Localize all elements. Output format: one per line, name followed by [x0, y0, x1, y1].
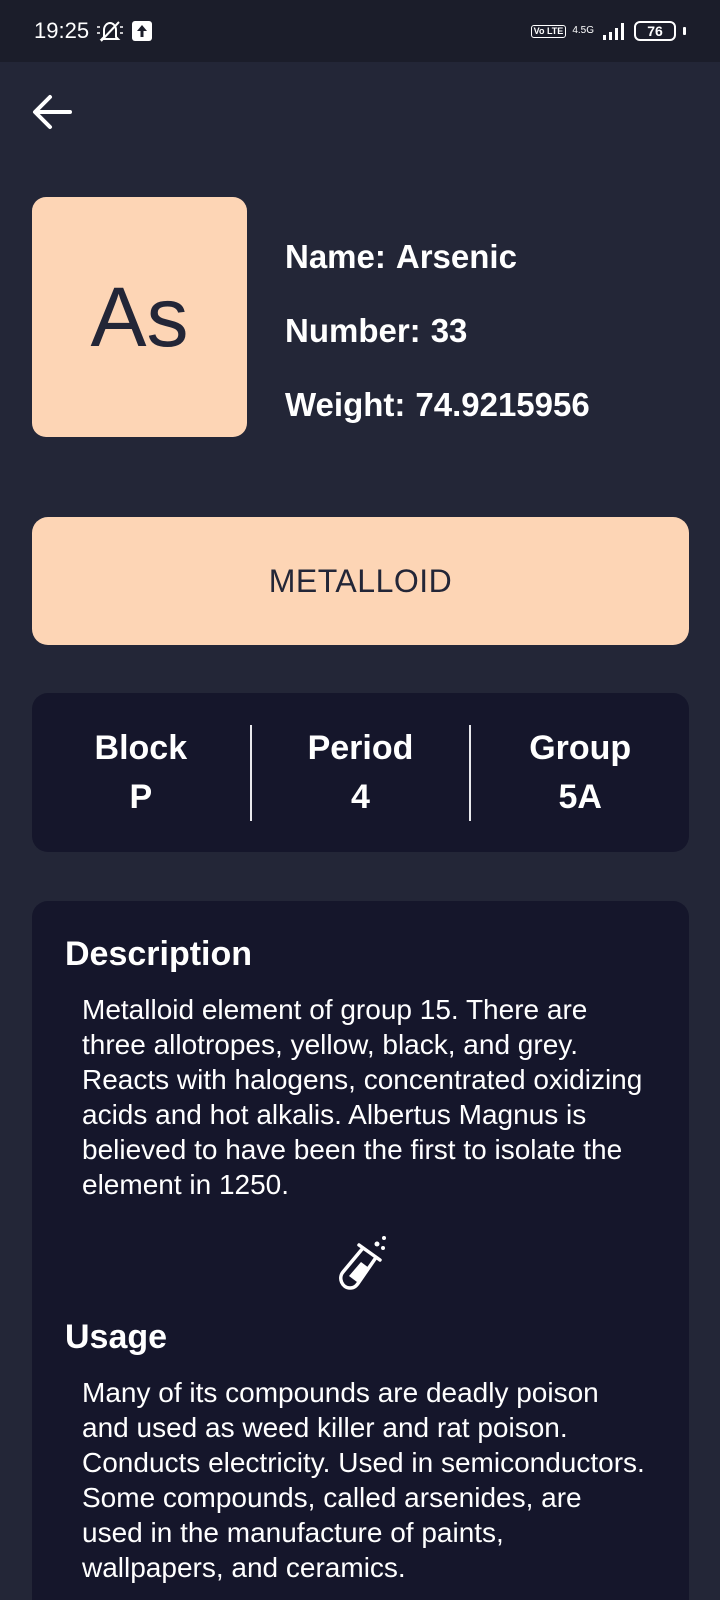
mute-icon [95, 19, 125, 43]
number-label: Number: [285, 312, 421, 349]
weight-value: 74.9215956 [415, 386, 590, 423]
name-label: Name: [285, 238, 386, 275]
details-card: Description Metalloid element of group 1… [32, 901, 689, 1600]
description-text: Metalloid element of group 15. There are… [82, 994, 643, 1200]
group-value: 5A [558, 777, 602, 816]
test-tube-icon [338, 1236, 386, 1290]
name-value: Arsenic [395, 238, 517, 275]
network-type-label: 4.5G [572, 25, 594, 36]
period-label: Period [307, 728, 414, 767]
weight-label: Weight: [285, 386, 406, 423]
status-time: 19:25 [34, 18, 90, 43]
battery-tip [683, 27, 686, 35]
block-label: Block [94, 728, 188, 767]
back-button[interactable] [28, 88, 76, 136]
usage-text: Many of its compounds are deadly poison … [82, 1377, 645, 1583]
usage-title: Usage [65, 1318, 168, 1356]
element-symbol: As [90, 269, 189, 364]
element-info: Name: Arsenic Number: 33 Weight: 74.9215… [285, 220, 590, 442]
group-stat: Group 5A [471, 729, 689, 817]
category-button[interactable]: METALLOID [32, 517, 689, 645]
battery-icon: 76 [634, 21, 676, 41]
back-arrow-icon [33, 95, 72, 129]
block-stat: Block P [32, 729, 250, 817]
period-stat: Period 4 [252, 729, 470, 817]
period-value: 4 [351, 777, 370, 816]
number-value: 33 [430, 312, 468, 349]
status-bar: 19:25 Vo LTE 4.5G 76 [0, 0, 720, 62]
weight-row: Weight: 74.9215956 [285, 368, 590, 442]
volte-icon: Vo LTE [530, 24, 567, 38]
stats-card: Block P Period 4 Group 5A [32, 693, 689, 852]
description-title: Description [65, 935, 253, 973]
signal-icon [602, 20, 628, 42]
test-tube-divider [65, 1232, 656, 1298]
element-detail-screen: 19:25 Vo LTE 4.5G 76 As Name: Arsenic Nu… [0, 0, 720, 1600]
name-row: Name: Arsenic [285, 220, 590, 294]
group-label: Group [529, 728, 632, 767]
block-value: P [129, 777, 153, 816]
element-symbol-tile: As [32, 197, 247, 437]
upload-icon [131, 20, 153, 42]
category-label: METALLOID [268, 562, 453, 599]
number-row: Number: 33 [285, 294, 590, 368]
